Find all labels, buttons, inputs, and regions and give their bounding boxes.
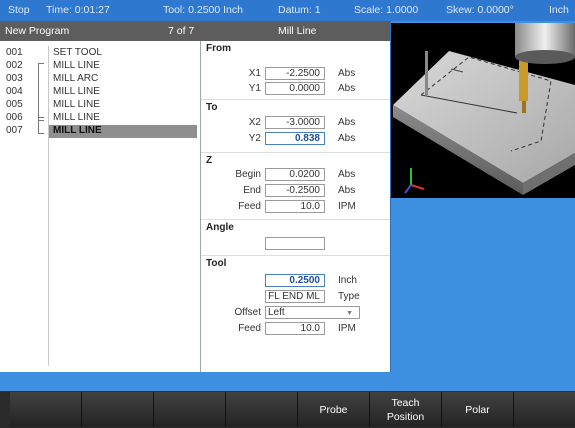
toolpath-preview xyxy=(391,23,575,198)
from-header: From xyxy=(206,43,231,54)
list-item[interactable]: 006 MILL LINE xyxy=(0,112,200,125)
z-feed-unit: IPM xyxy=(338,201,356,212)
y1-field[interactable]: 0.0000 xyxy=(265,82,325,95)
list-item[interactable]: 001 SET TOOL xyxy=(0,47,200,60)
tool-diameter-unit: Inch xyxy=(338,275,357,286)
step-command: MILL LINE xyxy=(53,99,100,110)
from-section: From X1 -2.2500 Abs Y1 0.0000 Abs xyxy=(201,41,390,100)
x2-label: X2 xyxy=(248,117,261,128)
softkey-8[interactable] xyxy=(514,392,575,427)
x2-field[interactable]: -3.0000 xyxy=(265,116,325,129)
to-header: To xyxy=(206,102,218,113)
tool-feed-unit: IPM xyxy=(338,323,356,334)
softkey-bar: Probe Teach Position Polar xyxy=(0,391,575,428)
probe-button[interactable]: Probe xyxy=(298,392,370,427)
offset-select[interactable]: Left ▼ xyxy=(265,306,360,319)
step-parameter-form: From X1 -2.2500 Abs Y1 0.0000 Abs To X2 … xyxy=(201,41,390,372)
status-scale: Scale: 1.0000 xyxy=(354,4,419,16)
x2-unit: Abs xyxy=(338,117,356,128)
x1-unit: Abs xyxy=(338,68,356,79)
status-time: Time: 0:01:27 xyxy=(46,4,110,16)
program-title-bar: New Program 7 of 7 Mill Line xyxy=(0,21,390,41)
selected-step-number-cell: 007 xyxy=(0,125,48,138)
polar-button[interactable]: Polar xyxy=(442,392,514,427)
status-tool: Tool: 0.2500 Inch xyxy=(163,4,243,16)
z-begin-field[interactable]: 0.0200 xyxy=(265,168,325,181)
softkey-1[interactable] xyxy=(10,392,82,427)
tool-header: Tool xyxy=(206,258,227,269)
to-section: To X2 -3.0000 Abs Y2 0.838 Abs xyxy=(201,100,390,153)
program-position: 7 of 7 xyxy=(168,25,195,37)
list-item[interactable]: 005 MILL LINE xyxy=(0,99,200,112)
softkey-2[interactable] xyxy=(82,392,154,427)
step-number: 002 xyxy=(6,60,23,71)
z-end-field[interactable]: -0.2500 xyxy=(265,184,325,197)
tool-type-label: Type xyxy=(338,291,360,302)
y1-label: Y1 xyxy=(248,83,261,94)
z-section: Z Begin 0.0200 Abs End -0.2500 Abs Feed … xyxy=(201,153,390,220)
offset-value: Left xyxy=(268,307,285,318)
y2-label: Y2 xyxy=(248,133,261,144)
tool-feed-label: Feed xyxy=(238,323,261,334)
angle-section: Angle xyxy=(201,220,390,256)
status-units: Inch xyxy=(549,4,569,16)
step-command: MILL LINE xyxy=(53,125,102,136)
y2-unit: Abs xyxy=(338,133,356,144)
begin-label: Begin xyxy=(235,169,261,180)
program-name: New Program xyxy=(5,25,70,37)
status-bar: Stop Time: 0:01:27 Tool: 0.2500 Inch Dat… xyxy=(0,0,575,21)
y2-field[interactable]: 0.838 xyxy=(265,132,325,145)
tool-type-field[interactable]: FL END ML xyxy=(265,290,325,303)
step-number: 001 xyxy=(6,47,23,58)
step-number: 004 xyxy=(6,86,23,97)
axis-x-icon xyxy=(410,184,425,190)
list-item[interactable]: 003 MILL ARC xyxy=(0,73,200,86)
x1-label: X1 xyxy=(248,68,261,79)
step-command: MILL LINE xyxy=(53,60,100,71)
list-item[interactable]: 002 MILL LINE xyxy=(0,60,200,73)
step-command: MILL ARC xyxy=(53,73,99,84)
program-step-list: 001 SET TOOL 002 MILL LINE 003 MILL ARC … xyxy=(0,41,201,372)
spindle-nose xyxy=(515,50,575,64)
step-command: MILL LINE xyxy=(53,86,100,97)
end-mill-tip xyxy=(522,101,526,113)
step-number: 003 xyxy=(6,73,23,84)
chevron-down-icon: ▼ xyxy=(346,310,353,317)
offset-label: Offset xyxy=(234,307,262,318)
softkey-4[interactable] xyxy=(226,392,298,427)
z-begin-unit: Abs xyxy=(338,169,356,180)
y1-unit: Abs xyxy=(338,83,356,94)
tool-diameter-field[interactable]: 0.2500 xyxy=(265,274,325,287)
tool-section: Tool 0.2500 Inch FL END ML Type Offset L… xyxy=(201,256,390,372)
status-skew: Skew: 0.0000° xyxy=(446,4,514,16)
z-header: Z xyxy=(206,155,213,166)
list-item-selected[interactable]: MILL LINE xyxy=(49,125,197,138)
step-number: 007 xyxy=(6,125,23,136)
workpiece-3d-view xyxy=(393,23,575,195)
z-end-unit: Abs xyxy=(338,185,356,196)
x1-field[interactable]: -2.2500 xyxy=(265,67,325,80)
end-label: End xyxy=(243,185,261,196)
feed-label: Feed xyxy=(238,201,261,212)
softkey-3[interactable] xyxy=(154,392,226,427)
list-item[interactable]: 004 MILL LINE xyxy=(0,86,200,99)
status-mode: Stop xyxy=(8,4,30,16)
step-number: 006 xyxy=(6,112,23,123)
probe-stylus xyxy=(425,51,428,95)
status-datum: Datum: 1 xyxy=(278,4,321,16)
step-command: SET TOOL xyxy=(53,47,102,58)
step-title: Mill Line xyxy=(278,25,317,37)
angle-field[interactable] xyxy=(265,237,325,250)
teach-position-button[interactable]: Teach Position xyxy=(370,392,442,427)
axis-z-icon xyxy=(404,184,412,194)
angle-header: Angle xyxy=(206,222,234,233)
tool-feed-field[interactable]: 10.0 xyxy=(265,322,325,335)
step-command: MILL LINE xyxy=(53,112,100,123)
z-feed-field[interactable]: 10.0 xyxy=(265,200,325,213)
step-number: 005 xyxy=(6,99,23,110)
